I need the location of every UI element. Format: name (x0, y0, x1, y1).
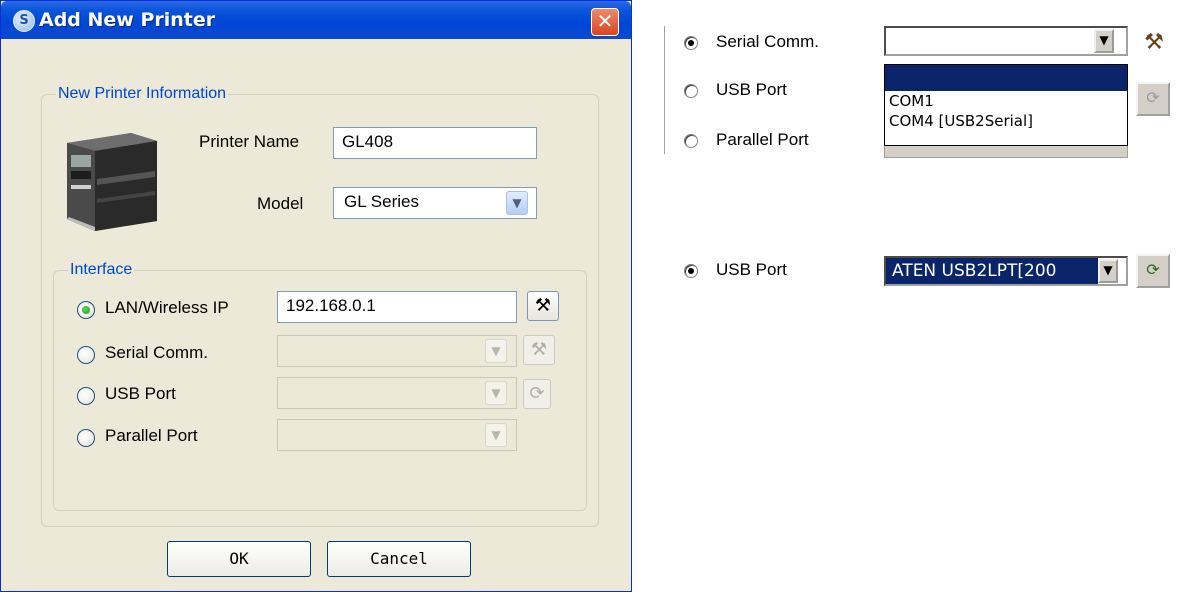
usb-label-classic: USB Port (716, 80, 787, 99)
chevron-down-icon[interactable]: ▼ (485, 423, 507, 447)
printer-info-group-title: New Printer Information (58, 85, 227, 102)
dialog-title: Add New Printer (39, 9, 216, 31)
dropdown-item-com1[interactable]: COM1 (885, 91, 1127, 111)
serial-settings-button-classic[interactable]: ⚒ (1136, 26, 1172, 60)
lan-settings-button[interactable]: ⚒ (527, 291, 559, 321)
interface-group-title: Interface (70, 261, 133, 278)
usb-label: USB Port (105, 384, 176, 403)
serial-port-select[interactable] (277, 335, 517, 367)
radio-lan-wireless[interactable] (77, 301, 95, 319)
parallel-label: Parallel Port (105, 426, 198, 445)
refresh-icon: ⟳ (1146, 88, 1160, 107)
serial-label-classic: Serial Comm. (716, 32, 819, 51)
lan-wireless-label: LAN/Wireless IP (105, 298, 229, 317)
radio-parallel[interactable] (77, 429, 95, 447)
settings-tools-icon: ⚒ (534, 295, 552, 316)
serial-settings-button[interactable]: ⚒ (523, 335, 555, 365)
settings-tools-icon: ⚒ (530, 339, 548, 360)
close-icon: ✕ (596, 9, 614, 33)
usb-refresh-button[interactable]: ⟳ (523, 379, 551, 409)
radio-usb[interactable] (77, 387, 95, 405)
serial-label: Serial Comm. (105, 343, 208, 362)
usb-device-value: ATEN USB2LPT[200 (886, 258, 1098, 284)
chevron-down-icon[interactable]: ▼ (485, 339, 507, 363)
dropdown-arrow-icon[interactable]: ▼ (1098, 259, 1118, 283)
dropdown-arrow-icon[interactable]: ▼ (1094, 29, 1114, 53)
refresh-icon: ⟳ (529, 383, 545, 404)
app-icon: S (13, 10, 35, 32)
ip-address-field[interactable]: 192.168.0.1 (277, 291, 517, 323)
radio-parallel-classic[interactable] (684, 134, 698, 148)
settings-tools-icon: ⚒ (1144, 30, 1164, 55)
usb-label-selected: USB Port (716, 260, 787, 279)
printer-name-field[interactable]: GL408 (333, 127, 537, 159)
radio-usb-classic[interactable] (684, 84, 698, 98)
refresh-icon: ⟳ (1146, 260, 1160, 279)
dropdown-item-com4[interactable]: COM4 [USB2Serial] (885, 111, 1127, 131)
serial-port-select-classic[interactable] (884, 26, 1128, 56)
title-bar[interactable]: S Add New Printer ✕ (1, 1, 631, 39)
model-select-value: GL Series (344, 192, 419, 211)
add-printer-dialog: S Add New Printer ✕ New Printer Informat… (0, 0, 632, 592)
close-button[interactable]: ✕ (591, 8, 619, 36)
chevron-down-icon[interactable]: ▼ (506, 191, 528, 215)
printer-name-label: Printer Name (199, 132, 300, 151)
chevron-down-icon[interactable]: ▼ (485, 381, 507, 405)
ok-button[interactable]: OK (167, 541, 311, 577)
serial-dropdown-list: COM1 COM4 [USB2Serial] (884, 64, 1128, 146)
model-label: Model (257, 194, 304, 213)
panel-divider (664, 26, 665, 154)
usb-refresh-button-classic[interactable]: ⟳ (1136, 82, 1170, 116)
parallel-port-select[interactable] (277, 419, 517, 451)
radio-serial-classic[interactable] (684, 36, 698, 50)
radio-usb-selected[interactable] (684, 264, 698, 278)
printer-image (67, 133, 157, 231)
usb-device-select[interactable]: ATEN USB2LPT[200 (884, 256, 1128, 286)
parallel-label-classic: Parallel Port (716, 130, 809, 149)
usb-refresh-button-selected[interactable]: ⟳ (1136, 254, 1170, 288)
radio-serial[interactable] (77, 346, 95, 364)
usb-port-select[interactable] (277, 377, 517, 409)
dropdown-item-empty[interactable] (885, 65, 1127, 91)
cancel-button[interactable]: Cancel (327, 541, 471, 577)
